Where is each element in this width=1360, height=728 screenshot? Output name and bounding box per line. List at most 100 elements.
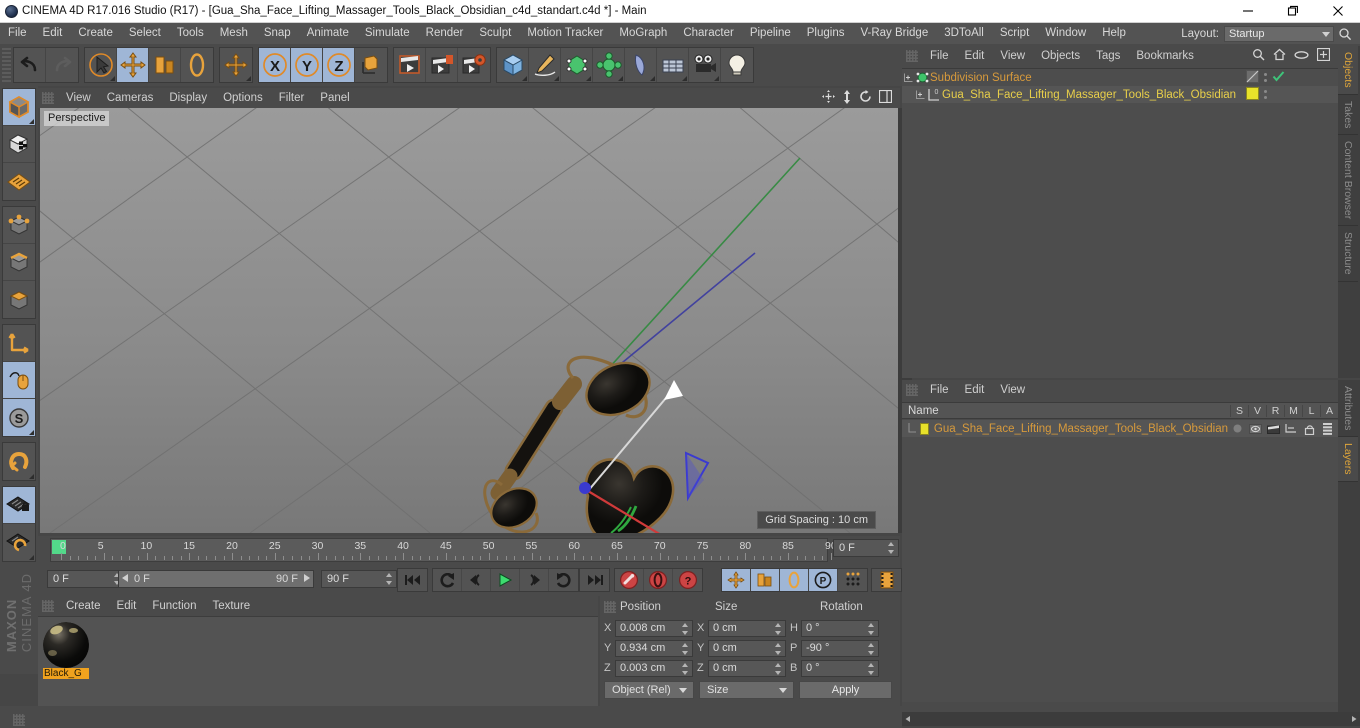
position-field[interactable]: 0.003 cm	[615, 659, 693, 677]
edges-mode-icon[interactable]	[3, 244, 35, 281]
range-left-arrow-icon[interactable]	[122, 573, 130, 585]
search-icon[interactable]	[1252, 48, 1265, 64]
menu-help[interactable]: Help	[1094, 23, 1134, 44]
menu-snap[interactable]: Snap	[256, 23, 299, 44]
menu-render[interactable]: Render	[418, 23, 472, 44]
maximize-button[interactable]	[1270, 0, 1315, 23]
layer-color-swatch[interactable]	[920, 422, 929, 435]
viewport-menu-view[interactable]: View	[58, 92, 99, 104]
object-menu-edit[interactable]: Edit	[957, 50, 993, 62]
material-tag-icon[interactable]	[1246, 86, 1259, 103]
select-arrow-icon[interactable]	[85, 48, 117, 82]
subdivision-surface-icon[interactable]	[914, 71, 930, 84]
solo-toggle-icon[interactable]	[1228, 424, 1246, 433]
viewport-menu-panel[interactable]: Panel	[312, 92, 357, 104]
layout-select[interactable]: Startup	[1224, 25, 1334, 42]
menu-script[interactable]: Script	[992, 23, 1037, 44]
tab-content-browser[interactable]: Content Browser	[1338, 135, 1358, 227]
check-tag-icon[interactable]	[1272, 70, 1285, 86]
menu-3dtoall[interactable]: 3DToAll	[936, 23, 992, 44]
timeline-strip-icon[interactable]	[872, 569, 901, 591]
go-to-end-icon[interactable]	[580, 569, 609, 591]
end-frame-field[interactable]: 90 F	[321, 570, 397, 588]
manager-toggle-icon[interactable]	[1282, 423, 1300, 434]
material-menu-create[interactable]: Create	[58, 600, 109, 612]
rotation-field[interactable]: 0 °	[801, 619, 879, 637]
object-row-subdivision-surface[interactable]: Subdivision Surface	[902, 69, 1338, 86]
magnet-icon[interactable]	[3, 443, 35, 480]
layer-manager-grip[interactable]	[906, 384, 918, 396]
nurbs-icon[interactable]	[561, 48, 593, 82]
size-field[interactable]: 0 cm	[708, 639, 786, 657]
menu-simulate[interactable]: Simulate	[357, 23, 418, 44]
timeline-ruler[interactable]: 0 5 10 15 20 25 30 35 40 45 50 55 60 65 70 75 80 85 90	[50, 538, 837, 562]
spline-pen-icon[interactable]	[529, 48, 561, 82]
menu-character[interactable]: Character	[675, 23, 742, 44]
expand-toggle-icon[interactable]	[914, 90, 926, 99]
scroll-right-icon[interactable]	[1348, 713, 1360, 725]
layer-column-l[interactable]: L	[1302, 404, 1320, 417]
material-menu-function[interactable]: Function	[144, 600, 204, 612]
step-back-icon[interactable]	[462, 569, 491, 591]
start-frame-field[interactable]: 0 F	[47, 570, 125, 588]
menu-motion-tracker[interactable]: Motion Tracker	[519, 23, 611, 44]
visibility-toggle-icon[interactable]	[1246, 423, 1264, 434]
render-settings-icon[interactable]	[458, 48, 490, 82]
viewport-grip[interactable]	[42, 92, 54, 104]
horizontal-scrollbar[interactable]	[902, 712, 1360, 726]
planar-workplane-icon[interactable]	[3, 524, 35, 561]
scroll-left-icon[interactable]	[902, 713, 914, 725]
autokey-icon[interactable]	[644, 569, 673, 591]
stepper-icon[interactable]	[682, 642, 689, 655]
rotate-icon[interactable]	[181, 48, 213, 82]
move-vertical-icon[interactable]	[842, 89, 852, 107]
layer-row[interactable]: Gua_Sha_Face_Lifting_Massager_Tools_Blac…	[902, 420, 1338, 437]
current-frame-field[interactable]: 0 F	[833, 539, 899, 557]
lock-toggle-icon[interactable]	[1300, 423, 1318, 435]
tab-structure[interactable]: Structure	[1338, 226, 1358, 282]
axis-modify-icon[interactable]	[3, 325, 35, 362]
layer-list[interactable]: Gua_Sha_Face_Lifting_Massager_Tools_Blac…	[902, 420, 1338, 702]
menu-select[interactable]: Select	[121, 23, 169, 44]
coordinates-grip[interactable]	[604, 601, 616, 613]
next-key-icon[interactable]	[549, 569, 578, 591]
material-menu-edit[interactable]: Edit	[109, 600, 145, 612]
scroll-to-icon[interactable]	[1294, 50, 1309, 63]
stepper-icon[interactable]	[868, 642, 875, 655]
stepper-icon[interactable]	[682, 622, 689, 635]
viewport-menu-display[interactable]: Display	[161, 92, 215, 104]
rotate-view-icon[interactable]	[859, 90, 872, 106]
object-tree[interactable]: Subdivision Surface 0 Gua_Sha_Face_Lifti…	[902, 68, 1338, 378]
y-axis-icon[interactable]: Y	[291, 48, 323, 82]
pan-icon[interactable]	[822, 90, 835, 106]
coordinate-mode-select[interactable]: Object (Rel)	[604, 681, 694, 699]
expand-toggle-icon[interactable]	[902, 73, 914, 82]
object-menu-file[interactable]: File	[922, 50, 957, 62]
stepper-icon[interactable]	[775, 662, 782, 675]
stepper-icon[interactable]	[868, 662, 875, 675]
undo-icon[interactable]	[14, 48, 46, 82]
size-mode-select[interactable]: Size	[699, 681, 794, 699]
material-menu-texture[interactable]: Texture	[204, 600, 258, 612]
tab-takes[interactable]: Takes	[1338, 95, 1358, 136]
layer-column-a[interactable]: A	[1320, 404, 1338, 417]
points-mode-icon[interactable]	[3, 207, 35, 244]
position-key-icon[interactable]	[722, 569, 751, 591]
light-icon[interactable]	[721, 48, 753, 82]
viewport-menu-options[interactable]: Options	[215, 92, 271, 104]
size-field[interactable]: 0 cm	[708, 659, 786, 677]
world-axis-icon[interactable]	[355, 48, 387, 82]
menu-plugins[interactable]: Plugins	[799, 23, 853, 44]
viewport-3d[interactable]: Y Z X Perspective Grid Spacing : 10 cm	[40, 108, 898, 533]
apply-button[interactable]: Apply	[799, 681, 892, 699]
layer-column-r[interactable]: R	[1266, 404, 1284, 417]
maximize-view-icon[interactable]	[878, 89, 893, 106]
position-field[interactable]: 0.934 cm	[615, 639, 693, 657]
animation-toggle-icon[interactable]	[1318, 422, 1336, 435]
stepper-icon[interactable]	[775, 642, 782, 655]
tab-layers[interactable]: Layers	[1338, 437, 1358, 482]
rotation-key-icon[interactable]	[780, 569, 809, 591]
render-toggle-icon[interactable]	[1264, 423, 1282, 434]
stepper-icon[interactable]	[682, 662, 689, 675]
z-axis-icon[interactable]: Z	[323, 48, 355, 82]
